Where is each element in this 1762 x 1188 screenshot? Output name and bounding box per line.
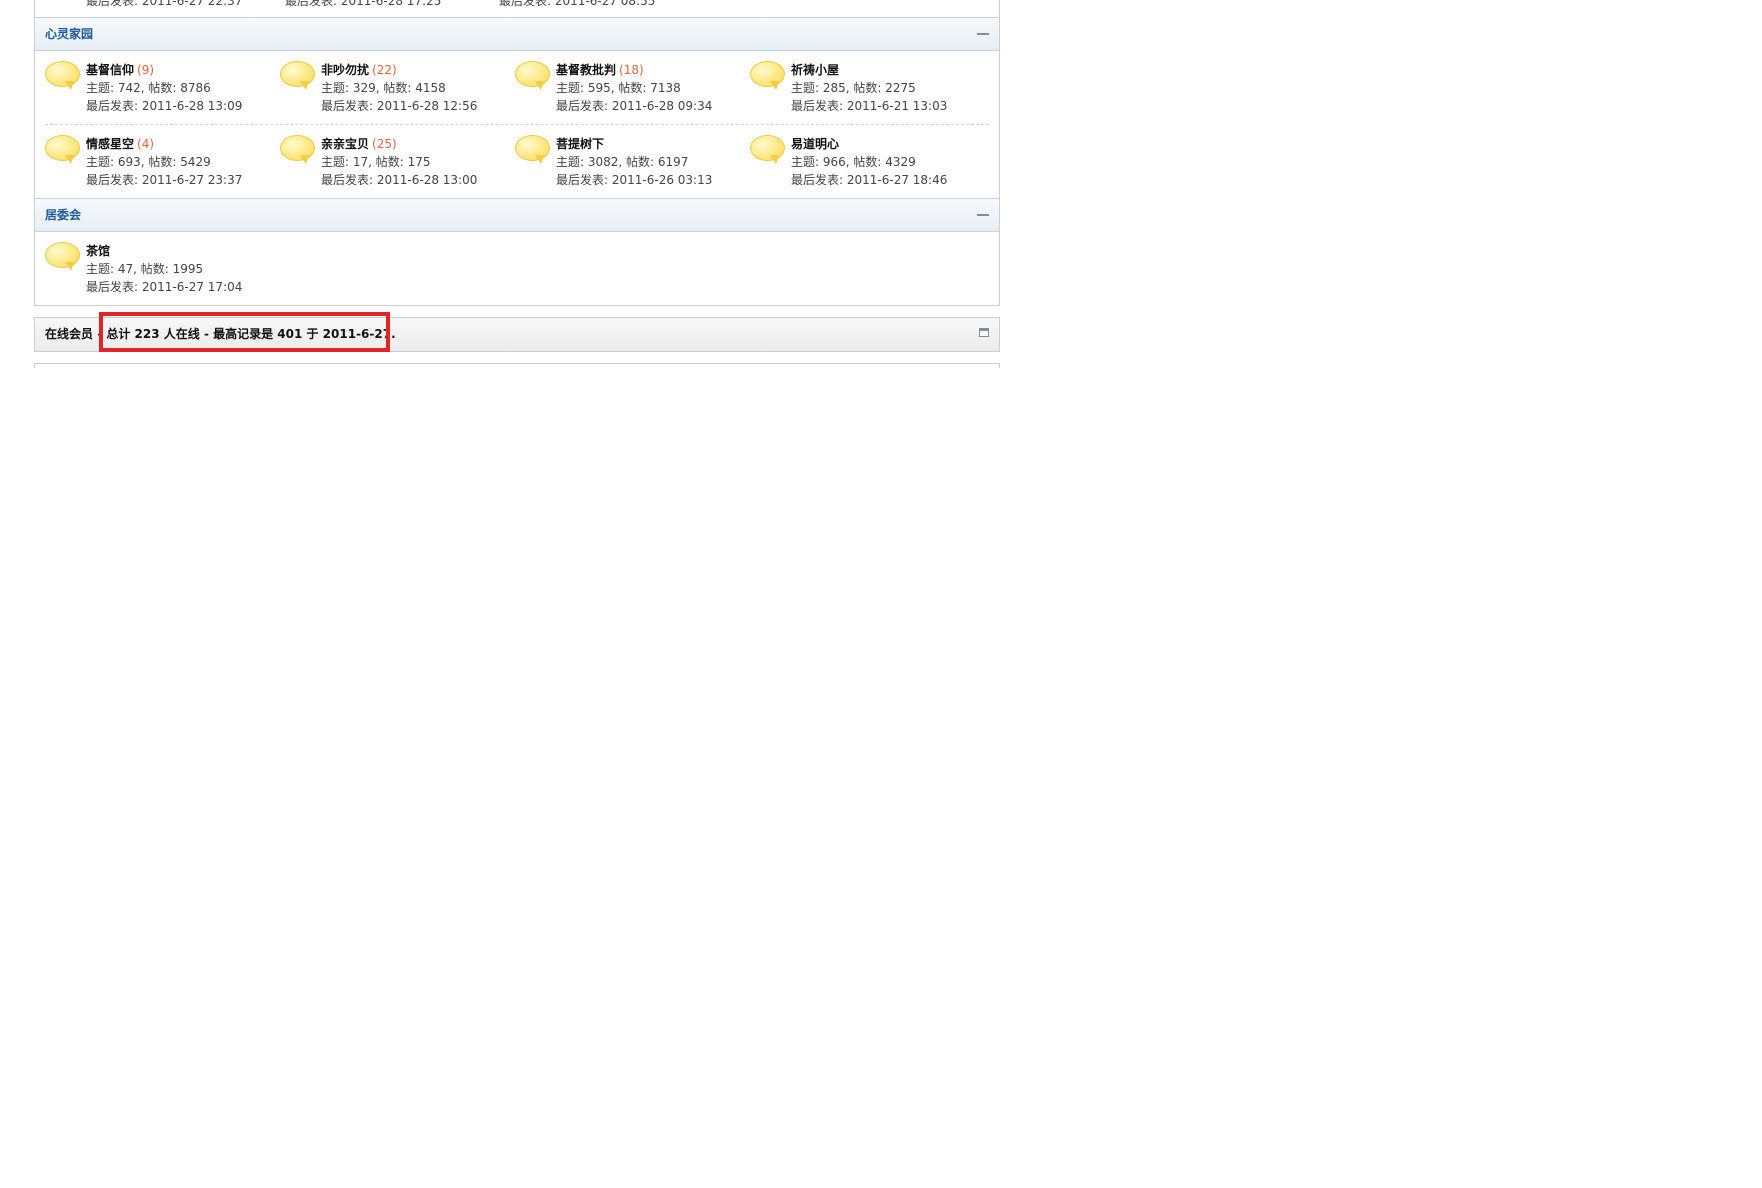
forum-item: 亲亲宝贝 (25) 主题: 17, 帖数: 175 最后发表: 2011-6-28… [280,135,515,189]
forum-index: 最后发表: 2011-6-27 22:37 最后发表: 2011-6-28 17… [34,0,1000,368]
online-members-body [34,363,1000,368]
forum-last-post: 最后发表: 2011-6-26 03:13 [556,173,713,187]
forum-row: 基督信仰 (9) 主题: 742, 帖数: 8786 最后发表: 2011-6-2… [45,51,989,124]
forum-name-link[interactable]: 亲亲宝贝 [321,137,369,151]
forum-name-link[interactable]: 基督教批判 [556,63,616,77]
new-posts-count: (18) [619,63,644,77]
new-posts-count: (25) [372,137,397,151]
speech-bubble-icon[interactable] [45,242,80,272]
forum-last-post: 最后发表: 2011-6-21 13:03 [791,99,948,113]
forum-stats: 主题: 329, 帖数: 4158 [321,81,446,95]
category-header: 心灵家园 [35,17,999,51]
category-xinling: 心灵家园 基督信仰 (9) 主题: 742, 帖数: 8786 最后发表: 201… [34,17,1000,306]
forum-item: 菩提树下 主题: 3082, 帖数: 6197 最后发表: 2011-6-26 … [515,135,750,189]
speech-bubble-icon[interactable] [45,61,80,91]
forum-stats: 主题: 17, 帖数: 175 [321,155,431,169]
new-posts-count: (9) [137,63,155,77]
forum-item: 非吵勿扰 (22) 主题: 329, 帖数: 4158 最后发表: 2011-6-… [280,61,515,115]
previous-category-tail: 最后发表: 2011-6-27 22:37 最后发表: 2011-6-28 17… [34,0,1000,17]
forum-last-post: 最后发表: 2011-6-28 12:56 [321,99,478,113]
forum-grid: 茶馆 主题: 47, 帖数: 1995 最后发表: 2011-6-27 17:0… [35,232,999,305]
online-members-header: 在线会员 - 总计 223 人在线 - 最高记录是 401 于 2011-6-2… [34,312,1000,352]
forum-stats: 主题: 693, 帖数: 5429 [86,155,211,169]
forum-grid: 基督信仰 (9) 主题: 742, 帖数: 8786 最后发表: 2011-6-2… [35,51,999,198]
forum-name-link[interactable]: 情感星空 [86,137,134,151]
forum-stats: 主题: 3082, 帖数: 6197 [556,155,689,169]
forum-item: 情感星空 (4) 主题: 693, 帖数: 5429 最后发表: 2011-6-2… [45,135,280,189]
forum-last-post: 最后发表: 2011-6-27 17:04 [86,280,243,294]
speech-bubble-icon[interactable] [750,135,785,165]
last-post-text: 最后发表: 2011-6-28 17:25 [285,0,442,8]
speech-bubble-icon[interactable] [515,61,550,91]
forum-last-post: 最后发表: 2011-6-28 13:09 [86,99,243,113]
forum-name-link[interactable]: 易道明心 [791,137,839,151]
forum-row: 茶馆 主题: 47, 帖数: 1995 最后发表: 2011-6-27 17:0… [45,232,989,305]
forum-name-link[interactable]: 祈祷小屋 [791,63,839,77]
forum-item: 基督信仰 (9) 主题: 742, 帖数: 8786 最后发表: 2011-6-2… [45,61,280,115]
forum-item: 易道明心 主题: 966, 帖数: 4329 最后发表: 2011-6-27 1… [750,135,985,189]
highlight-box [99,312,390,352]
forum-last-post: 最后发表: 2011-6-27 18:46 [791,173,948,187]
forum-last-post: 最后发表: 2011-6-27 23:37 [86,173,243,187]
forum-name-link[interactable]: 基督信仰 [86,63,134,77]
new-posts-count: (22) [372,63,397,77]
online-label[interactable]: 在线会员 [45,327,93,341]
forum-stats: 主题: 47, 帖数: 1995 [86,262,204,276]
collapse-minus-icon[interactable] [977,33,989,35]
forum-stats: 主题: 285, 帖数: 2275 [791,81,916,95]
collapse-minus-icon[interactable] [977,214,989,216]
forum-stats: 主题: 966, 帖数: 4329 [791,155,916,169]
category-title[interactable]: 居委会 [45,208,81,222]
forum-last-post: 最后发表: 2011-6-28 09:34 [556,99,713,113]
last-post-text: 最后发表: 2011-6-27 22:37 [86,0,243,8]
speech-bubble-icon[interactable] [750,61,785,91]
forum-row: 情感星空 (4) 主题: 693, 帖数: 5429 最后发表: 2011-6-2… [45,124,989,198]
forum-name-link[interactable]: 茶馆 [86,244,110,258]
last-post-text: 最后发表: 2011-6-27 08:55 [499,0,656,8]
forum-item: 祈祷小屋 主题: 285, 帖数: 2275 最后发表: 2011-6-21 1… [750,61,985,115]
speech-bubble-icon[interactable] [280,61,315,91]
forum-stats: 主题: 742, 帖数: 8786 [86,81,211,95]
speech-bubble-icon[interactable] [280,135,315,165]
forum-name-link[interactable]: 菩提树下 [556,137,604,151]
forum-item: 基督教批判 (18) 主题: 595, 帖数: 7138 最后发表: 2011-6… [515,61,750,115]
category-title[interactable]: 心灵家园 [45,27,93,41]
speech-bubble-icon[interactable] [45,135,80,165]
forum-stats: 主题: 595, 帖数: 7138 [556,81,681,95]
forum-name-link[interactable]: 非吵勿扰 [321,63,369,77]
forum-item: 茶馆 主题: 47, 帖数: 1995 最后发表: 2011-6-27 17:0… [45,242,280,296]
collapse-box-icon[interactable] [979,328,989,337]
forum-last-post: 最后发表: 2011-6-28 13:00 [321,173,478,187]
category-header: 居委会 [35,198,999,232]
new-posts-count: (4) [137,137,155,151]
speech-bubble-icon[interactable] [515,135,550,165]
